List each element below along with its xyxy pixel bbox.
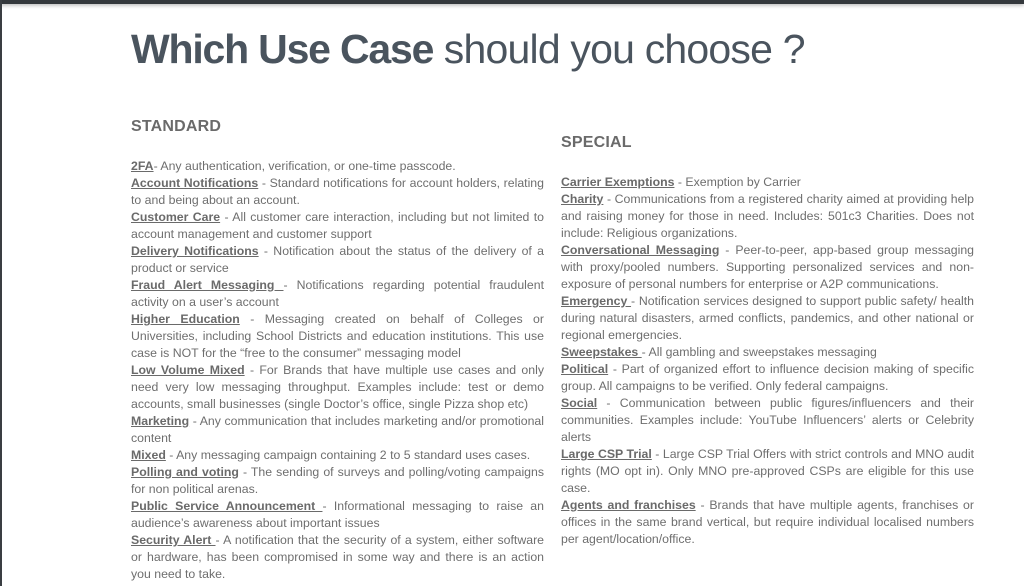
standard-use-case-term: Higher Education [131, 312, 240, 326]
special-use-case-item: Emergency - Notification services design… [561, 293, 974, 344]
standard-use-case-term: Public Service Announcement [131, 499, 323, 513]
standard-use-case-item: Public Service Announcement - Informatio… [131, 498, 544, 532]
special-column: SPECIAL Carrier Exemptions - Exemption b… [561, 132, 974, 548]
special-use-case-description: - Communications from a registered chari… [561, 192, 974, 240]
special-use-case-item: Charity - Communications from a register… [561, 191, 974, 242]
standard-use-case-term: Customer Care [131, 210, 221, 224]
standard-use-case-item: Account Notifications - Standard notific… [131, 175, 544, 209]
special-use-case-description: - Exemption by Carrier [674, 175, 801, 189]
standard-use-case-item: Customer Care - All customer care intera… [131, 209, 544, 243]
standard-use-case-term: Mixed [131, 448, 166, 462]
special-use-case-term: Large CSP Trial [561, 447, 652, 461]
standard-use-case-term: Polling and voting [131, 465, 239, 479]
special-use-case-term: Conversational Messaging [561, 243, 720, 257]
title-bold: Which Use Case [131, 26, 434, 72]
special-use-case-item: Agents and franchises - Brands that have… [561, 497, 974, 548]
standard-heading: STANDARD [131, 118, 222, 135]
standard-use-case-term: Delivery Notifications [131, 244, 259, 258]
special-use-case-item: Conversational Messaging - Peer-to-peer,… [561, 242, 974, 293]
standard-use-case-term: Security Alert [131, 533, 216, 547]
standard-use-case-description: - Any messaging campaign containing 2 to… [165, 448, 531, 462]
window-top-bar [0, 0, 1024, 4]
standard-use-case-term: Fraud Alert Messaging [131, 278, 284, 292]
special-use-case-term: Political [561, 362, 609, 376]
page-title: Which Use Case should you choose ? [131, 24, 806, 74]
special-use-case-item: Large CSP Trial - Large CSP Trial Offers… [561, 446, 974, 497]
special-use-case-item: Carrier Exemptions - Exemption by Carrie… [561, 174, 974, 191]
standard-use-case-item: Low Volume Mixed - For Brands that have … [131, 362, 544, 413]
special-heading: SPECIAL [561, 134, 632, 151]
special-use-case-term: Carrier Exemptions [561, 175, 675, 189]
standard-use-case-item: Higher Education - Messaging created on … [131, 311, 544, 362]
special-list: Carrier Exemptions - Exemption by Carrie… [561, 174, 974, 548]
special-use-case-term: Emergency [561, 294, 632, 308]
special-use-case-term: Agents and franchises [561, 498, 696, 512]
special-use-case-term: Social [561, 396, 598, 410]
standard-use-case-term: Low Volume Mixed [131, 363, 245, 377]
standard-use-case-item: Delivery Notifications - Notification ab… [131, 243, 544, 277]
special-use-case-item: Social - Communication between public fi… [561, 395, 974, 446]
special-use-case-description: - All gambling and sweepstakes messaging [641, 345, 877, 359]
standard-use-case-item: Fraud Alert Messaging - Notifications re… [131, 277, 544, 311]
special-use-case-description: - Part of organized effort to influence … [561, 362, 974, 393]
title-light: should you choose ? [443, 26, 806, 72]
standard-use-case-term: 2FA [131, 159, 154, 173]
window-left-border [0, 0, 2, 586]
special-use-case-term: Charity [561, 192, 604, 206]
standard-use-case-item: Mixed - Any messaging campaign containin… [131, 447, 544, 464]
standard-use-case-description: - Any communication that includes market… [131, 414, 544, 445]
special-use-case-description: - Communication between public figures/i… [561, 396, 974, 444]
standard-use-case-description: - Any authentication, verification, or o… [153, 159, 456, 173]
standard-column: STANDARD 2FA- Any authentication, verifi… [131, 116, 544, 583]
standard-use-case-item: Marketing - Any communication that inclu… [131, 413, 544, 447]
special-use-case-term: Sweepstakes [561, 345, 642, 359]
special-use-case-item: Political - Part of organized effort to … [561, 361, 974, 395]
standard-use-case-item: Polling and voting - The sending of surv… [131, 464, 544, 498]
standard-use-case-term: Account Notifications [131, 176, 259, 190]
standard-use-case-term: Marketing [131, 414, 190, 428]
standard-list: 2FA- Any authentication, verification, o… [131, 158, 544, 583]
special-use-case-item: Sweepstakes - All gambling and sweepstak… [561, 344, 974, 361]
standard-use-case-item: Security Alert - A notification that the… [131, 532, 544, 583]
standard-use-case-item: 2FA- Any authentication, verification, o… [131, 158, 544, 175]
